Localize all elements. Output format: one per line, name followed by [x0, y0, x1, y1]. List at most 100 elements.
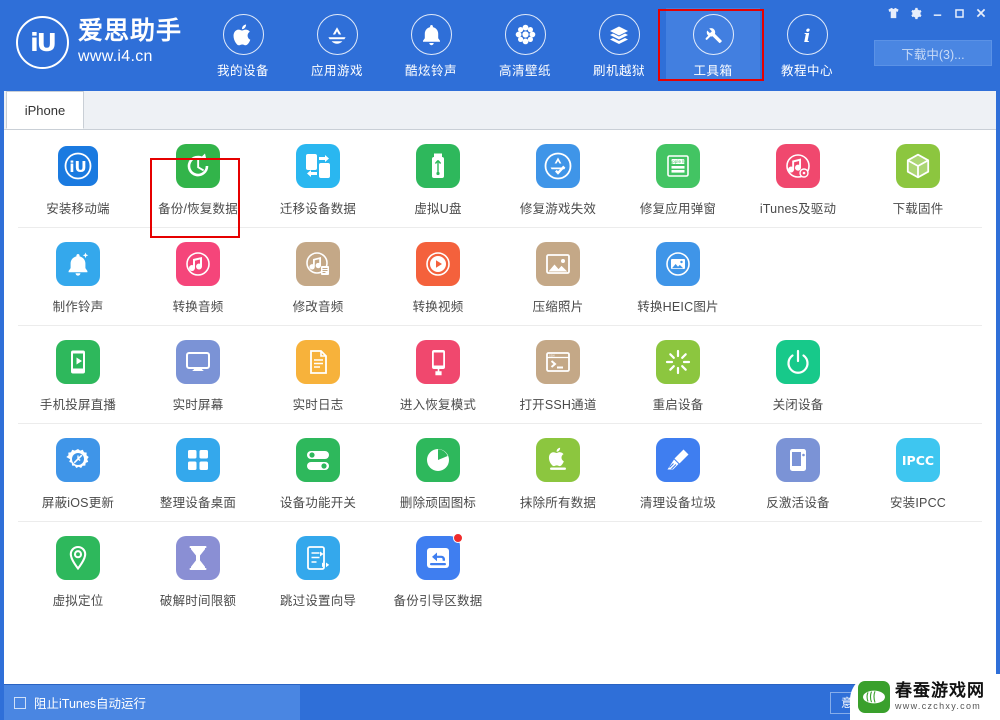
nav-label: 教程中心: [780, 64, 833, 78]
tool-label: 安装移动端: [46, 202, 110, 216]
block-itunes-checkbox[interactable]: [14, 696, 26, 709]
tool-feature-toggle[interactable]: 设备功能开关: [258, 438, 378, 511]
tool-label: iTunes及驱动: [759, 202, 837, 216]
gear-icon[interactable]: [904, 3, 926, 23]
tool-clean-junk[interactable]: 清理设备垃圾: [618, 438, 738, 511]
i4-app-icon: iU: [56, 144, 100, 188]
site-watermark: 春蚕游戏网 www.czchxy.com: [850, 674, 1000, 720]
tool-row: 屏蔽iOS更新 整理设备桌面 设备功能开关 删除顽固图标 抹除所有数据 清理设备…: [18, 424, 982, 522]
tool-remove-stubborn-icon[interactable]: 删除顽固图标: [378, 438, 498, 511]
crack-screentime-icon: [176, 536, 220, 580]
nav-label: 应用游戏: [310, 64, 363, 78]
recovery-mode-icon: [416, 340, 460, 384]
tool-fix-app-popup[interactable]: Apple ID 修复应用弹窗: [618, 144, 738, 217]
tool-label: 备份引导区数据: [393, 594, 483, 608]
compress-photo-icon: [536, 242, 580, 286]
tool-convert-video[interactable]: 转换视频: [378, 242, 498, 315]
tool-reboot-device[interactable]: 重启设备: [618, 340, 738, 413]
block-itunes-row[interactable]: 阻止iTunes自动运行: [0, 685, 300, 720]
tool-label: 删除顽固图标: [399, 496, 477, 510]
window-right-edge: [996, 88, 1000, 684]
tool-ssh-tunnel[interactable]: SSH 打开SSH通道: [498, 340, 618, 413]
nav-item-my-device[interactable]: 我的设备: [196, 8, 290, 80]
skin-icon[interactable]: [882, 3, 904, 23]
tool-itunes-driver[interactable]: iTunes及驱动: [738, 144, 858, 217]
tool-virtual-location[interactable]: 虚拟定位: [18, 536, 138, 609]
box-icon: [598, 14, 640, 55]
realtime-screen-icon: [176, 340, 220, 384]
close-icon[interactable]: [970, 3, 992, 23]
convert-video-icon: [416, 242, 460, 286]
nav-item-ringtones[interactable]: 酷炫铃声: [384, 8, 478, 80]
info-icon: i: [786, 14, 828, 55]
tool-row: iU 安装移动端 备份/恢复数据 迁移设备数据 虚拟U盘 修复游戏失效 Appl…: [18, 130, 982, 228]
tool-deactivate-device[interactable]: 反激活设备: [738, 438, 858, 511]
make-ringtone-icon: [56, 242, 100, 286]
tool-install-mobile[interactable]: iU 安装移动端: [18, 144, 138, 217]
remove-icon-icon: [416, 438, 460, 482]
nav-item-wallpapers[interactable]: 高清壁纸: [478, 8, 572, 80]
tool-skip-setup[interactable]: 跳过设置向导: [258, 536, 378, 609]
shutdown-device-icon: [776, 340, 820, 384]
nav-item-tutorials[interactable]: i 教程中心: [760, 8, 854, 80]
window-controls: [882, 3, 992, 23]
minimize-icon[interactable]: [926, 3, 948, 23]
tool-label: 安装IPCC: [889, 496, 947, 510]
tab-iphone[interactable]: iPhone: [6, 91, 84, 129]
tool-convert-audio[interactable]: 转换音频: [138, 242, 258, 315]
tool-virtual-usb[interactable]: 虚拟U盘: [378, 144, 498, 217]
tool-label: 转换HEIC图片: [637, 300, 719, 314]
erase-data-icon: [536, 438, 580, 482]
download-status-button[interactable]: 下载中(3)...: [874, 40, 992, 66]
tool-backup-restore[interactable]: 备份/恢复数据: [138, 144, 258, 217]
appleid-popup-icon: Apple ID: [656, 144, 700, 188]
notification-badge: [453, 533, 463, 543]
tool-label: 修复游戏失效: [519, 202, 597, 216]
tool-screen-cast[interactable]: 手机投屏直播: [18, 340, 138, 413]
tool-crack-screentime[interactable]: 破解时间限额: [138, 536, 258, 609]
i4-logo-icon: iU: [16, 16, 69, 69]
tab-label: iPhone: [24, 102, 66, 118]
appstore-icon: [316, 14, 358, 55]
tool-label: 实时屏幕: [172, 398, 224, 412]
nav-item-toolbox[interactable]: 工具箱: [666, 8, 760, 80]
tool-block-ios-update[interactable]: 屏蔽iOS更新: [18, 438, 138, 511]
tool-row: 手机投屏直播 实时屏幕 实时日志 进入恢复模式 SSH 打开SSH通道 重启设备…: [18, 326, 982, 424]
tool-recovery-mode[interactable]: 进入恢复模式: [378, 340, 498, 413]
tool-edit-audio[interactable]: 修改音频: [258, 242, 378, 315]
tool-erase-all-data[interactable]: 抹除所有数据: [498, 438, 618, 511]
tool-fix-game[interactable]: 修复游戏失效: [498, 144, 618, 217]
main-navigation: 我的设备 应用游戏 酷炫铃声 高清壁纸 刷机越狱 工具箱 i 教程中心: [196, 8, 854, 80]
skip-setup-icon: [296, 536, 340, 580]
realtime-log-icon: [296, 340, 340, 384]
tool-realtime-screen[interactable]: 实时屏幕: [138, 340, 258, 413]
tool-label: 转换音频: [172, 300, 224, 314]
tool-migrate-data[interactable]: 迁移设备数据: [258, 144, 378, 217]
clean-junk-icon: [656, 438, 700, 482]
tool-label: 清理设备垃圾: [639, 496, 717, 510]
tool-shutdown-device[interactable]: 关闭设备: [738, 340, 858, 413]
virtual-location-icon: [56, 536, 100, 580]
tool-realtime-log[interactable]: 实时日志: [258, 340, 378, 413]
watermark-name: 春蚕游戏网: [895, 681, 985, 701]
brand-name: 爱思助手: [78, 16, 183, 45]
firmware-icon: [896, 144, 940, 188]
migrate-device-icon: [296, 144, 340, 188]
toolbox-grid: iU 安装移动端 备份/恢复数据 迁移设备数据 虚拟U盘 修复游戏失效 Appl…: [0, 130, 1000, 684]
nav-item-apps-games[interactable]: 应用游戏: [290, 8, 384, 80]
feature-toggle-icon: [296, 438, 340, 482]
watermark-url: www.czchxy.com: [895, 701, 982, 712]
tool-make-ringtone[interactable]: 制作铃声: [18, 242, 138, 315]
tool-backup-boot-data[interactable]: 备份引导区数据: [378, 533, 498, 609]
tool-download-firmware[interactable]: 下载固件: [858, 144, 978, 217]
ssh-tunnel-icon: SSH: [536, 340, 580, 384]
tool-install-ipcc[interactable]: IPCC 安装IPCC: [858, 438, 978, 511]
tool-organize-desktop[interactable]: 整理设备桌面: [138, 438, 258, 511]
maximize-icon[interactable]: [948, 3, 970, 23]
convert-heic-icon: [656, 242, 700, 286]
tool-label: 修复应用弹窗: [639, 202, 717, 216]
app-header: iU 爱思助手 www.i4.cn 我的设备 应用游戏 酷炫铃声 高清壁纸 刷机…: [0, 0, 1000, 88]
tool-convert-heic[interactable]: 转换HEIC图片: [618, 242, 738, 315]
tool-compress-photo[interactable]: 压缩照片: [498, 242, 618, 315]
nav-item-flash-jailbreak[interactable]: 刷机越狱: [572, 8, 666, 80]
